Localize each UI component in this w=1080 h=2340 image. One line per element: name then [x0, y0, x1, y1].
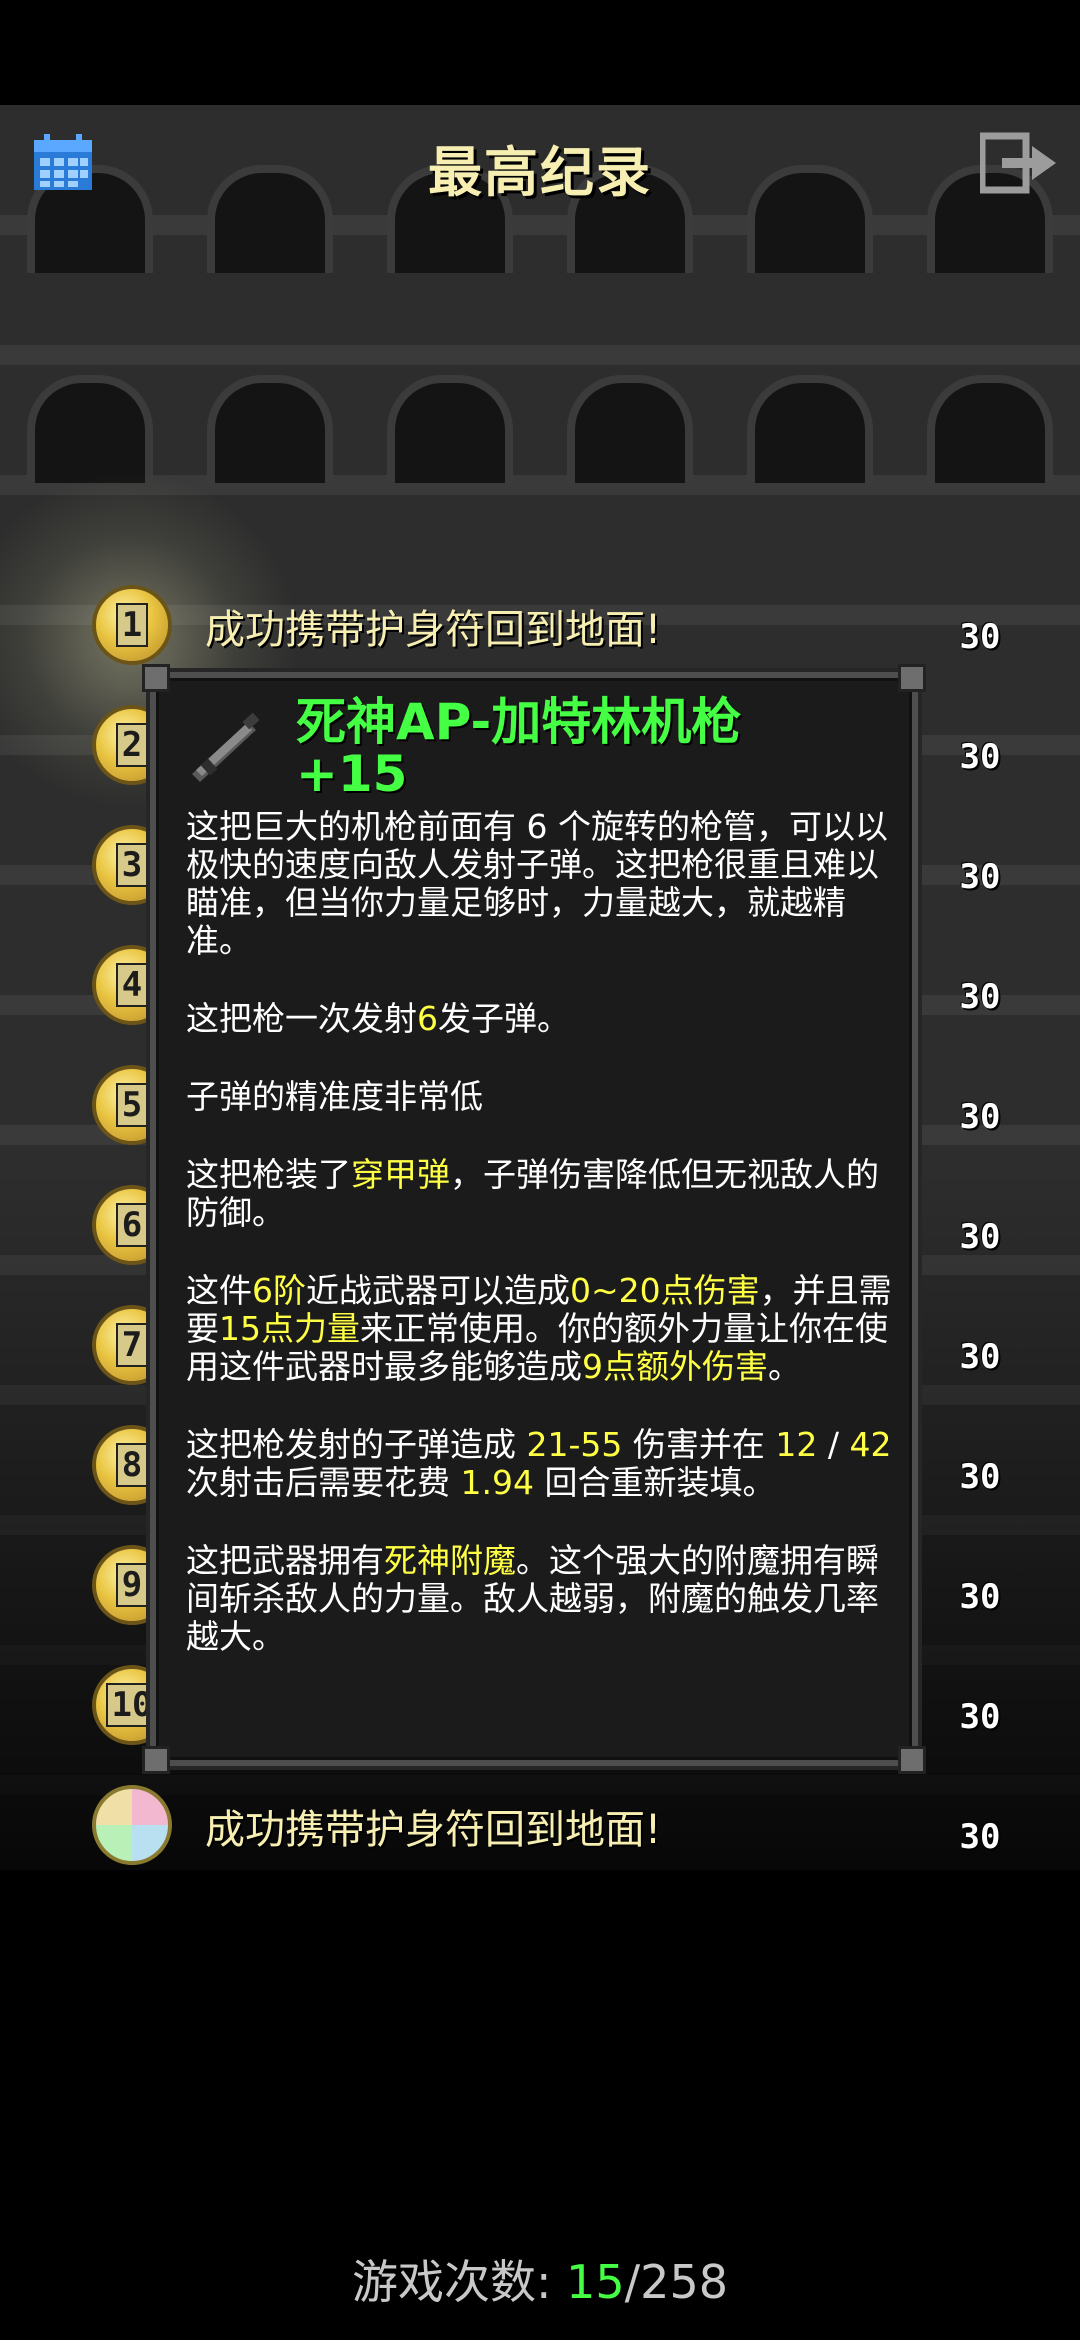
rank-number: 9: [115, 1563, 149, 1607]
description-paragraph: 这把武器拥有死神附魔。这个强大的附魔拥有瞬间斩杀敌人的力量。敌人越弱，附魔的触发…: [186, 1541, 879, 1656]
games-played-counter: 游戏次数: 15/258: [352, 2255, 728, 2309]
page-title: 最高纪录: [428, 141, 652, 204]
window-corner: [898, 1746, 926, 1774]
depth-indicator: 30: [959, 1697, 1001, 1737]
window-corner: [142, 664, 170, 692]
rank-number: 8: [115, 1443, 149, 1487]
rank-number: 5: [115, 1083, 149, 1127]
depth-indicator: 30: [959, 1097, 1001, 1137]
depth-indicator: 30: [959, 737, 1001, 777]
rank-number: 1: [115, 603, 149, 647]
description-paragraph: 这把枪发射的子弹造成 21-55 伤害并在 12 / 42 次射击后需要花费 1…: [186, 1425, 892, 1502]
rank-number: 2: [115, 723, 149, 767]
description-paragraph: 子弹的精准度非常低: [186, 1077, 483, 1116]
exit-icon[interactable]: [980, 132, 1058, 194]
depth-indicator: 30: [959, 1457, 1001, 1497]
description-paragraph: 这件6阶近战武器可以造成0~20点伤害，并且需要15点力量来正常使用。你的额外力…: [186, 1271, 892, 1386]
ranking-description: 成功携带护身符回到地面!: [205, 607, 662, 653]
amulet-medal-icon: [92, 1785, 172, 1865]
depth-indicator: 30: [959, 1577, 1001, 1617]
window-corner: [142, 1746, 170, 1774]
rank-number: 6: [115, 1203, 149, 1247]
description-paragraph: 这把枪一次发射6发子弹。: [186, 999, 570, 1038]
background-arches: [0, 360, 1080, 483]
description-paragraph: 这把巨大的机枪前面有 6 个旋转的枪管，可以以极快的速度向敌人发射子弹。这把枪很…: [186, 807, 888, 960]
description-paragraph: 这把枪装了穿甲弹，子弹伤害降低但无视敌人的防御。: [186, 1155, 879, 1232]
ranking-description: 成功携带护身符回到地面!: [205, 1807, 662, 1853]
ranking-row[interactable]: 1 成功携带护身符回到地面! 30: [0, 575, 1080, 675]
rank-number: 4: [115, 963, 149, 1007]
rank-medal: 1: [92, 585, 172, 665]
ranking-row[interactable]: 成功携带护身符回到地面! 30: [0, 1775, 1080, 1875]
depth-indicator: 30: [959, 977, 1001, 1017]
depth-indicator: 30: [959, 857, 1001, 897]
item-description: 这把巨大的机枪前面有 6 个旋转的枪管，可以以极快的速度向敌人发射子弹。这把枪很…: [186, 808, 904, 1696]
rank-number: 3: [115, 843, 149, 887]
depth-indicator: 30: [959, 1217, 1001, 1257]
item-info-window[interactable]: 死神AP-加特林机枪 +15 这把巨大的机枪前面有 6 个旋转的枪管，可以以极快…: [142, 664, 926, 1774]
window-corner: [898, 664, 926, 692]
depth-indicator: 30: [959, 617, 1001, 657]
item-name: 死神AP-加特林机枪 +15: [296, 693, 742, 803]
rank-number: 7: [115, 1323, 149, 1367]
depth-indicator: 30: [959, 1817, 1001, 1857]
depth-indicator: 30: [959, 1337, 1001, 1377]
gatling-gun-icon: [192, 712, 260, 782]
